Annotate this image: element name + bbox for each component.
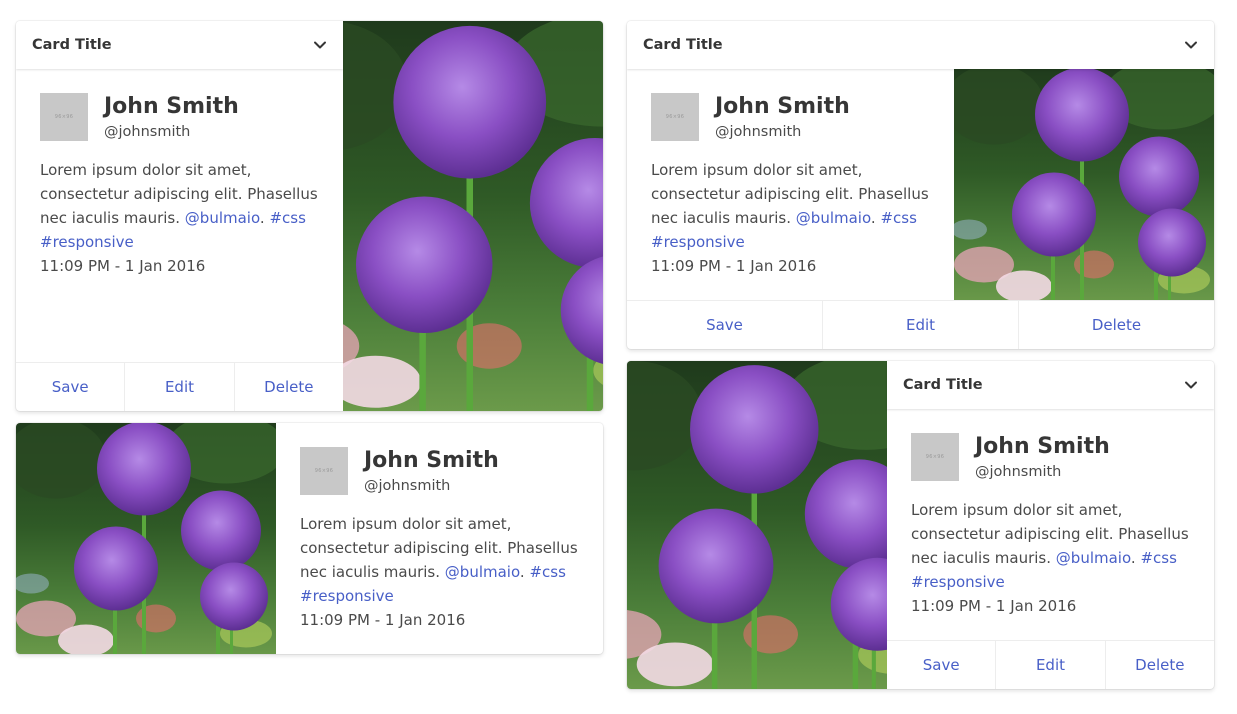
card-header-image-right: Card Title 96×96 John Smith @johnsmith L…: [627, 21, 1214, 349]
avatar: 96×96: [40, 93, 88, 141]
save-button[interactable]: Save: [16, 363, 126, 411]
user-handle: @johnsmith: [104, 124, 191, 140]
media: 96×96 John Smith @johnsmith: [40, 93, 319, 142]
delete-button[interactable]: Delete: [235, 363, 343, 411]
card-content: 96×96 John Smith @johnsmith Lorem ipsum …: [16, 69, 343, 278]
user-name: John Smith: [364, 448, 499, 473]
media: 96×96 John Smith @johnsmith: [651, 93, 930, 142]
card-content: 96×96 John Smith @johnsmith Lorem ipsum …: [887, 409, 1214, 618]
media: 96×96 John Smith @johnsmith: [300, 447, 579, 496]
user-handle: @johnsmith: [715, 124, 802, 140]
chevron-down-icon[interactable]: [1184, 38, 1198, 52]
mention-link[interactable]: @bulmaio: [445, 563, 520, 581]
edit-button[interactable]: Edit: [823, 301, 1019, 349]
card-content: 96×96 John Smith @johnsmith Lorem ipsum …: [276, 423, 603, 632]
card-horizontal-header: Card Title 96×96 John Smith @johnsmith L…: [16, 21, 603, 411]
card-footer: Save Edit Delete: [887, 640, 1214, 689]
allium-flowers-photo: [954, 69, 1214, 300]
card-footer: Save Edit Delete: [16, 362, 343, 411]
timestamp: 11:09 PM - 1 Jan 2016: [651, 257, 817, 275]
card-header: Card Title: [887, 361, 1214, 409]
tag-link-responsive[interactable]: #responsive: [300, 587, 394, 605]
tag-link-css[interactable]: #css: [529, 563, 565, 581]
card-header-title: Card Title: [32, 37, 112, 53]
user-handle: @johnsmith: [364, 478, 451, 494]
card-footer: Save Edit Delete: [627, 300, 1214, 349]
card-body-text: Lorem ipsum dolor sit amet, consectetur …: [300, 515, 578, 629]
card-content: 96×96 John Smith @johnsmith Lorem ipsum …: [627, 69, 954, 278]
card-body-text: Lorem ipsum dolor sit amet, consectetur …: [911, 501, 1189, 615]
card-header-title: Card Title: [643, 37, 723, 53]
user-name: John Smith: [104, 94, 239, 119]
card-header-title: Card Title: [903, 377, 983, 393]
chevron-down-icon[interactable]: [1184, 378, 1198, 392]
media: 96×96 John Smith @johnsmith: [911, 433, 1190, 482]
save-button[interactable]: Save: [887, 641, 997, 689]
tag-link-responsive[interactable]: #responsive: [911, 573, 1005, 591]
edit-button[interactable]: Edit: [996, 641, 1106, 689]
card-image-left: 96×96 John Smith @johnsmith Lorem ipsum …: [16, 423, 603, 654]
delete-button[interactable]: Delete: [1019, 301, 1214, 349]
allium-flowers-photo: [16, 423, 276, 654]
tag-link-css[interactable]: #css: [269, 209, 305, 227]
chevron-down-icon[interactable]: [313, 38, 327, 52]
tag-link-css[interactable]: #css: [1140, 549, 1176, 567]
card-header: Card Title: [16, 21, 343, 69]
card-image-left-header: Card Title 96×96 John Smith @johnsmith L…: [627, 361, 1214, 689]
avatar: 96×96: [651, 93, 699, 141]
avatar: 96×96: [300, 447, 348, 495]
allium-flowers-photo: [627, 361, 887, 689]
user-name: John Smith: [715, 94, 850, 119]
timestamp: 11:09 PM - 1 Jan 2016: [911, 597, 1077, 615]
delete-button[interactable]: Delete: [1106, 641, 1214, 689]
tag-link-css[interactable]: #css: [880, 209, 916, 227]
edit-button[interactable]: Edit: [125, 363, 235, 411]
avatar: 96×96: [911, 433, 959, 481]
mention-link[interactable]: @bulmaio: [1056, 549, 1131, 567]
mention-link[interactable]: @bulmaio: [185, 209, 260, 227]
mention-link[interactable]: @bulmaio: [796, 209, 871, 227]
save-button[interactable]: Save: [627, 301, 823, 349]
tag-link-responsive[interactable]: #responsive: [40, 233, 134, 251]
user-handle: @johnsmith: [975, 464, 1062, 480]
timestamp: 11:09 PM - 1 Jan 2016: [40, 257, 206, 275]
card-body-text: Lorem ipsum dolor sit amet, consectetur …: [40, 161, 318, 275]
timestamp: 11:09 PM - 1 Jan 2016: [300, 611, 466, 629]
user-name: John Smith: [975, 434, 1110, 459]
card-header: Card Title: [627, 21, 1214, 69]
card-body-text: Lorem ipsum dolor sit amet, consectetur …: [651, 161, 929, 275]
allium-flowers-photo: [343, 21, 603, 411]
tag-link-responsive[interactable]: #responsive: [651, 233, 745, 251]
